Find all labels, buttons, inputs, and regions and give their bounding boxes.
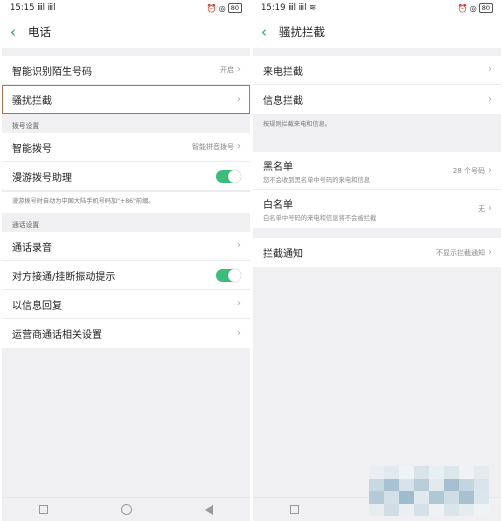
nav-home-icon[interactable] bbox=[120, 504, 132, 515]
signal-icon: ⅲl ⅲl bbox=[37, 3, 56, 13]
right-screen: 15:19 ⅲl ⅲl ≋ ⏰ ◎ 80 ‹ 骚扰拦截 来电拦截 › 信息拦截 … bbox=[253, 0, 501, 521]
vibrate-toggle[interactable] bbox=[216, 268, 241, 282]
back-icon[interactable]: ‹ bbox=[10, 24, 28, 40]
alarm-icon: ⏰ bbox=[457, 3, 468, 13]
row-label: 智能识别陌生号码 bbox=[12, 66, 92, 78]
watermark-mosaic bbox=[369, 466, 489, 516]
chevron-right-icon: › bbox=[488, 164, 492, 176]
row-value: 不显示拦截通知 bbox=[436, 248, 485, 257]
reply-with-message-row[interactable]: 以信息回复 › bbox=[2, 290, 250, 319]
row-subtitle: 白名单中号码的来电和信息将不会被拦截 bbox=[263, 215, 377, 222]
row-value: 无 bbox=[478, 205, 485, 213]
call-block-row[interactable]: 来电拦截 › bbox=[253, 56, 501, 85]
chevron-right-icon: › bbox=[237, 141, 241, 152]
app-bar: ‹ 骚扰拦截 bbox=[253, 16, 501, 48]
notify-group: 拦截通知 不显示拦截通知 › bbox=[253, 238, 501, 267]
row-label: 信息拦截 bbox=[263, 96, 303, 107]
chevron-right-icon: › bbox=[488, 246, 492, 258]
page-title: 电话 bbox=[28, 25, 51, 39]
carrier-settings-row[interactable]: 运营商通话相关设置 › bbox=[2, 319, 250, 348]
chevron-right-icon: › bbox=[237, 327, 241, 339]
row-label: 对方接通/挂断振动提示 bbox=[12, 271, 116, 283]
row-value: 开启 bbox=[220, 66, 234, 74]
roaming-toggle[interactable] bbox=[216, 169, 241, 183]
row-label: 骚扰拦截 bbox=[12, 96, 52, 107]
whitelist-row[interactable]: 白名单 白名单中号码的来电和信息将不会被拦截 无 › bbox=[253, 190, 501, 228]
battery-icon: 80 bbox=[227, 3, 242, 13]
section-label-dial: 拨号设置 bbox=[12, 122, 40, 130]
nav-bar bbox=[2, 497, 250, 521]
roaming-assistant-row: 漫游拨号助理 bbox=[2, 162, 250, 191]
lists-group: 黑名单 您不会收到黑名单中号码的来电和信息 28 个号码 › 白名单 白名单中号码… bbox=[253, 152, 501, 228]
row-label: 白名单 bbox=[263, 200, 293, 211]
battery-icon: 80 bbox=[478, 3, 493, 13]
block-rules-note: 按规则拦截来电和信息。 bbox=[253, 114, 501, 136]
chevron-right-icon: › bbox=[488, 203, 492, 214]
harassment-block-row[interactable]: 骚扰拦截 › bbox=[2, 85, 250, 114]
chevron-right-icon: › bbox=[488, 64, 492, 75]
status-time: 15:19 bbox=[261, 3, 286, 13]
sync-icon: ◎ bbox=[469, 3, 477, 13]
left-screen: 15:15 ⅲl ⅲl ⏰ ◎ 80 ‹ 电话 智能识别陌生号码 开启 › 骚扰拦… bbox=[2, 0, 250, 521]
status-bar: 15:15 ⅲl ⅲl ⏰ ◎ 80 bbox=[2, 0, 250, 16]
row-value: 28 个号码 bbox=[452, 166, 485, 175]
status-bar: 15:19 ⅲl ⅲl ≋ ⏰ ◎ 80 bbox=[253, 0, 501, 16]
nav-back-icon[interactable] bbox=[205, 504, 214, 515]
row-label: 运营商通话相关设置 bbox=[12, 330, 102, 341]
message-block-row[interactable]: 信息拦截 › bbox=[253, 85, 501, 114]
status-time: 15:15 bbox=[10, 3, 35, 13]
chevron-right-icon: › bbox=[237, 240, 241, 251]
settings-group-top: 智能识别陌生号码 开启 › 骚扰拦截 › bbox=[2, 56, 250, 114]
vibrate-notice-row: 对方接通/挂断振动提示 bbox=[2, 261, 250, 290]
sync-icon: ◎ bbox=[218, 3, 226, 13]
smart-dial-row[interactable]: 智能拨号 智能拼音拨号 › bbox=[2, 133, 250, 162]
row-label: 以信息回复 bbox=[12, 300, 62, 312]
dial-settings-group: 智能拨号 智能拼音拨号 › 漫游拨号助理 漫游拨号时自动为中国大陆手机号码加"+8… bbox=[2, 133, 250, 213]
row-label: 黑名单 bbox=[263, 161, 293, 173]
block-notify-row[interactable]: 拦截通知 不显示拦截通知 › bbox=[253, 238, 501, 267]
row-value: 智能拼音拨号 bbox=[192, 143, 234, 151]
chevron-right-icon: › bbox=[237, 64, 241, 75]
call-recording-row[interactable]: 通话录音 › bbox=[2, 232, 250, 261]
signal-icon: ⅲl ⅲl bbox=[288, 3, 307, 13]
back-icon[interactable]: ‹ bbox=[261, 24, 279, 40]
row-label: 智能拨号 bbox=[12, 143, 52, 155]
call-settings-group: 通话录音 › 对方接通/挂断振动提示 以信息回复 › 运营商通话相关设置 › bbox=[2, 232, 250, 348]
row-subtitle: 您不会收到黑名单中号码的来电和信息 bbox=[263, 176, 371, 184]
chevron-right-icon: › bbox=[237, 93, 241, 105]
wifi-icon: ≋ bbox=[309, 3, 317, 13]
row-label: 通话录音 bbox=[12, 242, 52, 254]
chevron-right-icon: › bbox=[488, 93, 492, 105]
roaming-note: 漫游拨号时自动为中国大陆手机号码加"+86"前缀。 bbox=[2, 191, 250, 213]
page-title: 骚扰拦截 bbox=[279, 25, 325, 39]
row-label: 来电拦截 bbox=[263, 66, 303, 78]
smart-identify-row[interactable]: 智能识别陌生号码 开启 › bbox=[2, 56, 250, 85]
alarm-icon: ⏰ bbox=[206, 3, 217, 13]
section-label-call: 通话设置 bbox=[12, 221, 40, 229]
nav-recent-icon[interactable] bbox=[289, 505, 299, 514]
row-label: 漫游拨号助理 bbox=[12, 172, 72, 184]
chevron-right-icon: › bbox=[237, 298, 241, 309]
app-bar: ‹ 电话 bbox=[2, 16, 250, 48]
block-rules-group: 来电拦截 › 信息拦截 › bbox=[253, 56, 501, 114]
blacklist-row[interactable]: 黑名单 您不会收到黑名单中号码的来电和信息 28 个号码 › bbox=[253, 152, 501, 190]
row-label: 拦截通知 bbox=[263, 249, 303, 260]
nav-recent-icon[interactable] bbox=[38, 505, 48, 514]
